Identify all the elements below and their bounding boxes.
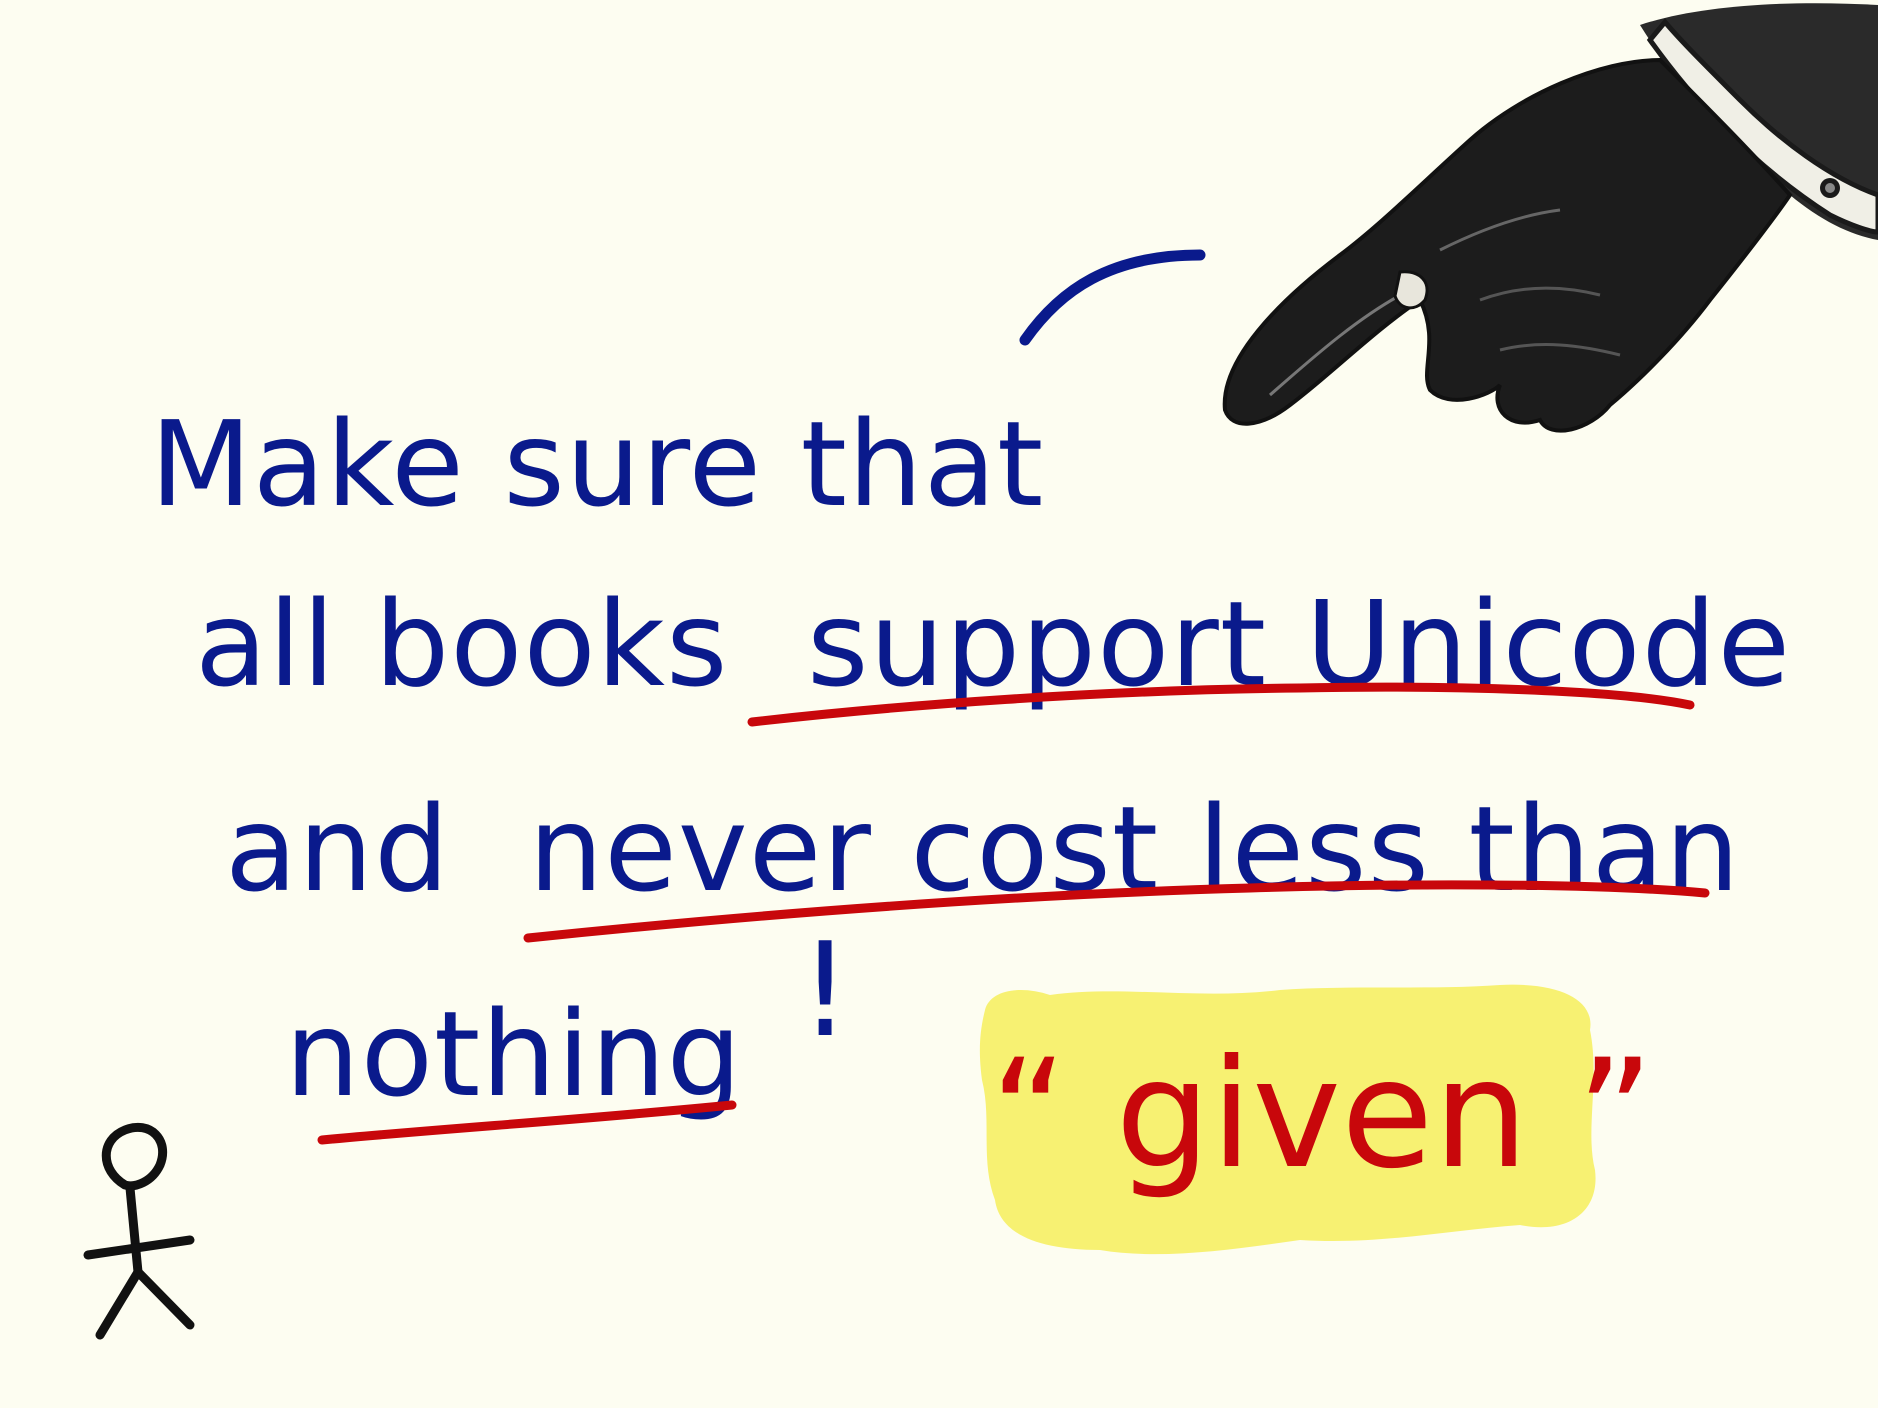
- message-line-3-start: and: [225, 780, 450, 918]
- message-line-3-emphasis: never cost less than: [528, 780, 1741, 918]
- message-line-4: nothing !: [285, 925, 852, 1123]
- message-line-1-text: Make sure that: [150, 395, 1045, 533]
- pointing-hand-icon: [1222, 3, 1878, 433]
- message-line-1: Make sure that: [150, 405, 1044, 523]
- given-callout: “ given ”: [990, 1028, 1654, 1202]
- message-line-3: and never cost less than: [225, 790, 1741, 908]
- whiteboard-canvas: Make sure that all books support Unicode…: [0, 0, 1878, 1408]
- message-line-2-emphasis: support Unicode: [807, 575, 1792, 713]
- message-line-2-start: all books: [195, 575, 729, 713]
- exclamation-mark: !: [799, 914, 853, 1066]
- message-line-4-emphasis: nothing: [285, 985, 743, 1123]
- blue-swoosh-stroke: [1019, 249, 1206, 346]
- stick-figure-icon: [83, 1122, 195, 1340]
- message-line-2: all books support Unicode: [195, 585, 1791, 703]
